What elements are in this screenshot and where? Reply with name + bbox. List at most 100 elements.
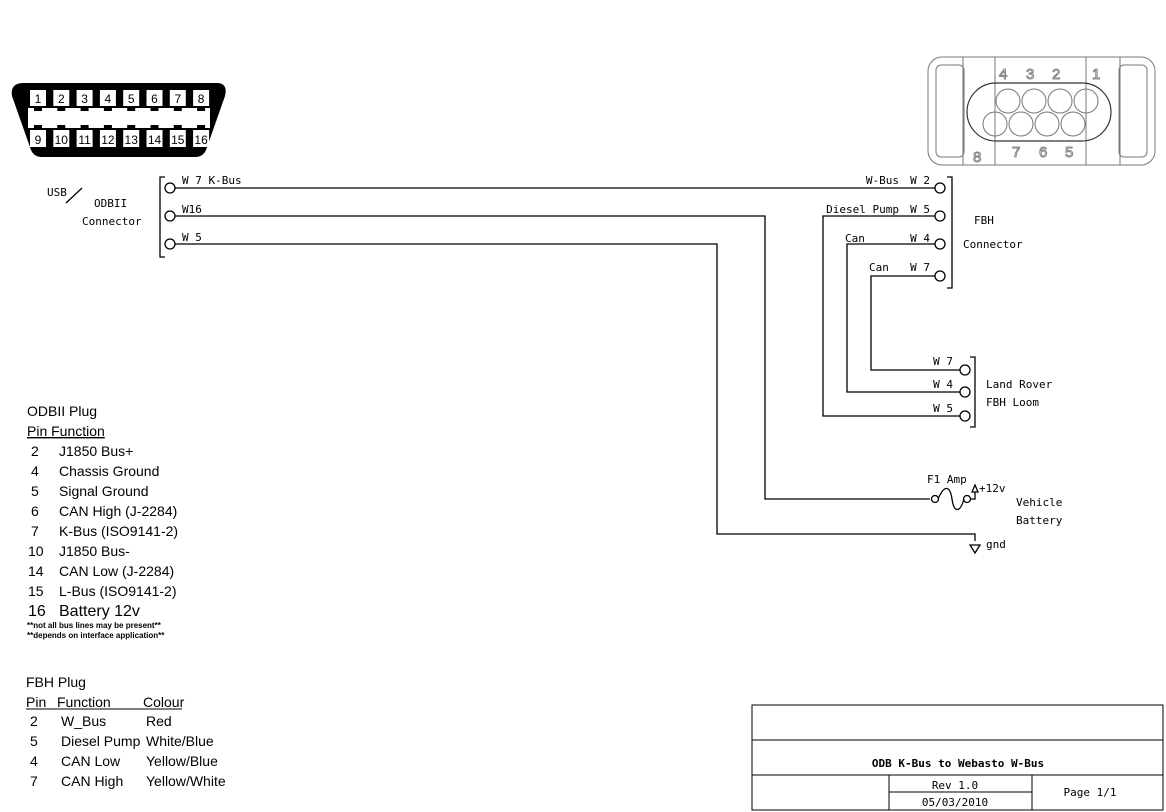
- obd-bracket: [159, 176, 165, 258]
- odbii-row-function: CAN Low (J-2284): [59, 563, 174, 579]
- fbh-row-function: Diesel Pump: [61, 733, 141, 749]
- loom-terminal-label: W 5: [933, 402, 953, 415]
- obd-pin-number: 15: [171, 133, 185, 147]
- odbii-row-function: J1850 Bus+: [59, 443, 133, 459]
- obd-pin-number: 14: [148, 133, 162, 147]
- fbh-terminal-4: [934, 238, 946, 250]
- obd-pin-number: 3: [81, 92, 88, 106]
- ground-label: gnd: [986, 538, 1006, 551]
- fbh-terminal-name: W-Bus: [866, 174, 899, 187]
- fbh-header-pin: Pin: [26, 694, 46, 710]
- fbh-table-title: FBH Plug: [26, 674, 86, 690]
- fbh-terminal-pin: W 4: [910, 232, 930, 245]
- fbh-pin-number: 6: [1039, 144, 1047, 161]
- fbh-pin-number: 2: [1052, 66, 1060, 83]
- ground-icon: [968, 544, 982, 555]
- obd-pin-number: 16: [194, 133, 208, 147]
- loom-terminal-label: W 7: [933, 355, 953, 368]
- fbh-row-pin: 4: [30, 753, 38, 769]
- odbii-row-function: Chassis Ground: [59, 463, 159, 479]
- fbh-row-colour: Yellow/Blue: [146, 753, 218, 769]
- fuse-terminal: [962, 494, 972, 504]
- fbh-terminal-name: Can: [869, 261, 889, 274]
- fuse-icon: [937, 487, 965, 511]
- obd-label-2: Connector: [82, 215, 142, 228]
- obd-pin-number: 10: [55, 133, 69, 147]
- odbii-row-pin: 2: [31, 443, 39, 459]
- obd-terminal-16: [164, 210, 176, 222]
- fbh-pin-number: 7: [1012, 144, 1020, 161]
- obd-terminal-label: W 7 K-Bus: [182, 174, 242, 187]
- wire-battery-12v: [175, 215, 930, 500]
- fbh-terminal-name: Can: [845, 232, 865, 245]
- odbii-pin-table: ODBII Plug Pin Function 2 J1850 Bus+ 4 Chas…: [27, 403, 178, 640]
- obd-terminal-7: [164, 182, 176, 194]
- fbh-row-pin: 5: [30, 733, 38, 749]
- battery-label-2: Battery: [1016, 514, 1063, 527]
- fbh-row-function: CAN High: [61, 773, 123, 789]
- fbh-pin-number: 8: [973, 149, 981, 166]
- obd-terminal-label: W16: [182, 203, 202, 216]
- page-number: Page 1/1: [1064, 786, 1117, 799]
- fbh-row-function: W_Bus: [61, 713, 106, 729]
- fbh-pin-number: 5: [1065, 144, 1073, 161]
- fbh-terminal-7: [934, 270, 946, 282]
- odbii-row-pin: 5: [31, 483, 39, 499]
- fbh-terminal-name: Diesel Pump: [826, 203, 899, 216]
- odbii-row-pin: 10: [28, 543, 44, 559]
- battery-label-1: Vehicle: [1016, 496, 1062, 509]
- fbh-pin-number: 4: [999, 66, 1007, 83]
- odbii-row-pin: 15: [28, 583, 44, 599]
- fbh-row-colour: Red: [146, 713, 172, 729]
- loom-label-1: Land Rover: [986, 378, 1053, 391]
- obd-pin-number: 8: [198, 92, 205, 106]
- obd-pin-number: 13: [125, 133, 139, 147]
- odbii-row-pin: 6: [31, 503, 39, 519]
- obd-pin-number: 2: [58, 92, 65, 106]
- title-block: ODB K-Bus to Webasto W-Bus Rev 1.0 05/03…: [751, 704, 1164, 811]
- obd-pin-number: 4: [105, 92, 112, 106]
- odbii-row-function: K-Bus (ISO9141-2): [59, 523, 178, 539]
- loom-bracket: [970, 356, 976, 428]
- fbh-terminal-5: [934, 210, 946, 222]
- date: 05/03/2010: [922, 796, 988, 809]
- fbh-terminal-pin: W 7: [910, 261, 930, 274]
- fbh-pin-table: FBH Plug Pin Function Colour 2 W_Bus Red 5 D…: [26, 674, 226, 789]
- obd-pin-number: 12: [101, 133, 115, 147]
- odbii-row-function: J1850 Bus-: [59, 543, 130, 559]
- fbh-row-colour: Yellow/White: [146, 773, 226, 789]
- loom-terminal-7: [959, 364, 971, 376]
- revision: Rev 1.0: [932, 779, 978, 792]
- usb-label: USB: [47, 186, 67, 199]
- odbii-row-pin: 4: [31, 463, 39, 479]
- obd-pin-number: 6: [151, 92, 158, 106]
- fbh-header-colour: Colour: [143, 694, 185, 710]
- loom-terminal-4: [959, 386, 971, 398]
- fbh-label-1: FBH: [974, 214, 994, 227]
- wiring-diagram: 12345678 9 10 11 12 13 14 15 16 USB ODBII Conne…: [11, 56, 1164, 811]
- odbii-row-pin: 16: [28, 603, 46, 620]
- fbh-pin-number: 1: [1092, 66, 1100, 83]
- obd-pin-number: 11: [78, 133, 91, 147]
- slash-divider: [65, 187, 83, 204]
- odbii-row-function: CAN High (J-2284): [59, 503, 177, 519]
- odbii-row-function: L-Bus (ISO9141-2): [59, 583, 177, 599]
- odbii-row-pin: 7: [31, 523, 39, 539]
- fbh-terminal-pin: W 2: [910, 174, 930, 187]
- fbh-row-pin: 2: [30, 713, 38, 729]
- fuse-terminal: [930, 494, 940, 504]
- odbii-row-pin: 14: [28, 563, 44, 579]
- drawing-title: ODB K-Bus to Webasto W-Bus: [872, 757, 1044, 770]
- odbii-row-function: Battery 12v: [59, 603, 140, 620]
- positive-label: +12v: [979, 482, 1006, 495]
- odbii-table-title: ODBII Plug: [27, 403, 97, 419]
- odbii-row-function: Signal Ground: [59, 483, 149, 499]
- odbii-note: **depends on interface application**: [27, 631, 165, 640]
- odbii-table-header: Pin Function: [27, 423, 105, 439]
- fbh-bracket: [947, 176, 953, 289]
- loom-terminal-5: [959, 410, 971, 422]
- obd-pin-number: 1: [35, 92, 42, 106]
- fbh-header-function: Function: [57, 694, 111, 710]
- fbh-connector-drawing: 4 3 2 1 8 7 6 5: [927, 56, 1156, 167]
- obd-label-1: ODBII: [94, 197, 127, 210]
